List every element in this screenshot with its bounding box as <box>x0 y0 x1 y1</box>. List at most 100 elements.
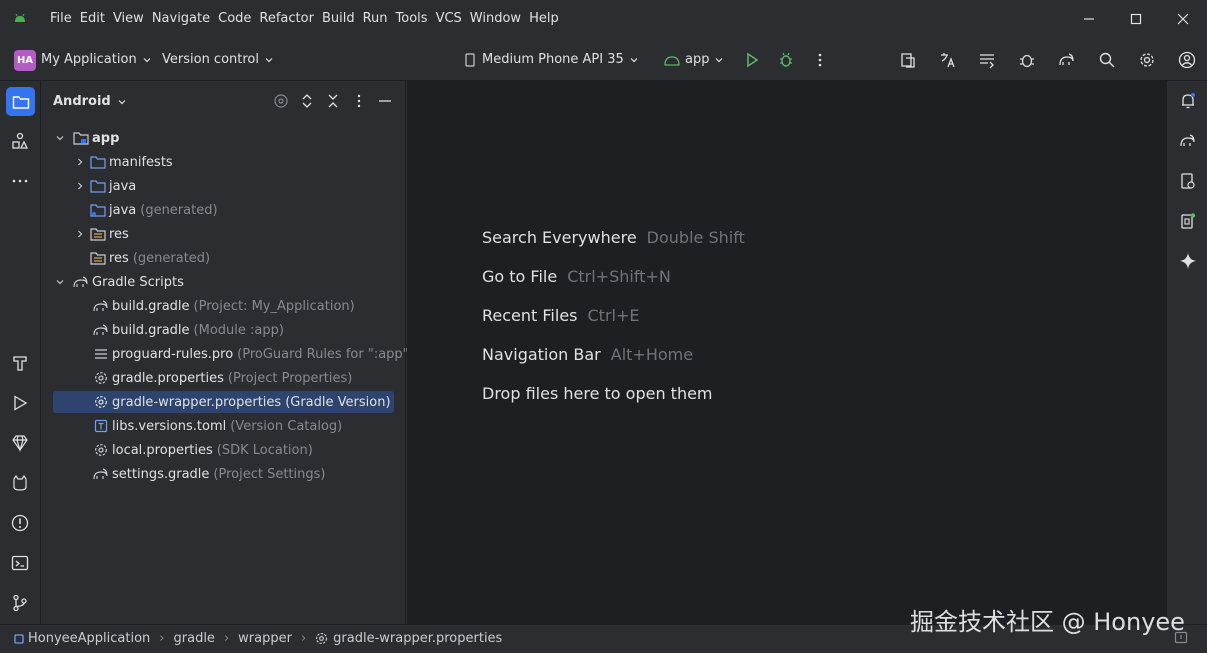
tree-node-res-generated[interactable]: res (generated) <box>53 247 394 269</box>
main-menu: File Edit View Navigate Code Refactor Bu… <box>48 11 563 26</box>
running-devices-icon <box>1181 213 1196 229</box>
recent-files-hint[interactable]: Recent Files Ctrl+E <box>482 306 639 325</box>
more-horizontal-icon <box>12 179 28 183</box>
project-badge[interactable]: HA <box>14 50 36 71</box>
menu-vcs[interactable]: VCS <box>432 11 466 26</box>
tree-node-local-properties[interactable]: local.properties (SDK Location) <box>53 439 394 461</box>
tree-node-hint: (Project Settings) <box>213 466 326 482</box>
project-selector[interactable]: My Application <box>41 52 152 67</box>
target-icon <box>274 94 288 108</box>
project-view-selector[interactable]: Android <box>53 94 127 109</box>
tree-node-proguard-rules[interactable]: proguard-rules.pro (ProGuard Rules for "… <box>53 343 414 365</box>
gradle-sync-button[interactable] <box>1056 49 1078 71</box>
gear-icon <box>1140 53 1154 67</box>
build-tool-button[interactable] <box>9 352 31 374</box>
debug-bug-icon <box>780 52 792 67</box>
tree-node-gradle-scripts[interactable]: Gradle Scripts <box>53 271 394 293</box>
tree-node-build-gradle-project[interactable]: build.gradle (Project: My_Application) <box>53 295 394 317</box>
tree-node-libs-versions-toml[interactable]: libs.versions.toml (Version Catalog) <box>53 415 394 437</box>
run-button[interactable] <box>741 49 763 71</box>
tree-node-manifests[interactable]: manifests <box>53 151 394 173</box>
minimize-button[interactable] <box>1078 8 1100 30</box>
drop-files-hint: Drop files here to open them <box>482 384 713 403</box>
tree-node-app[interactable]: app <box>53 127 394 149</box>
terminal-icon <box>11 555 29 571</box>
menu-run[interactable]: Run <box>359 11 392 26</box>
locate-file-button[interactable] <box>272 92 290 110</box>
tree-node-java[interactable]: java <box>53 175 394 197</box>
chevron-right-icon[interactable] <box>73 179 87 193</box>
toml-file-icon <box>93 418 109 434</box>
editor-area[interactable]: Search Everywhere Double Shift Go to File… <box>407 81 1166 624</box>
tree-node-settings-gradle[interactable]: settings.gradle (Project Settings) <box>53 463 394 485</box>
shapes-icon <box>12 132 29 149</box>
translate-button[interactable] <box>937 49 959 71</box>
more-tools-button[interactable] <box>9 170 31 192</box>
menu-code[interactable]: Code <box>214 11 255 26</box>
gem-tool-button[interactable] <box>9 432 31 454</box>
project-tool-button[interactable] <box>6 87 35 116</box>
gradle-tool-button[interactable] <box>1177 130 1199 152</box>
run-outline-icon <box>14 395 28 411</box>
tree-node-gradle-wrapper-properties[interactable]: gradle-wrapper.properties (Gradle Versio… <box>53 391 394 413</box>
navigation-bar-hint[interactable]: Navigation Bar Alt+Home <box>482 345 693 364</box>
maximize-button[interactable] <box>1125 8 1147 30</box>
gear-icon <box>93 370 109 386</box>
menu-tools[interactable]: Tools <box>392 11 432 26</box>
tree-node-res[interactable]: res <box>53 223 394 245</box>
breadcrumb-item[interactable]: HonyeeApplication <box>28 631 150 646</box>
go-to-file-hint[interactable]: Go to File Ctrl+Shift+N <box>482 267 671 286</box>
version-control-selector[interactable]: Version control <box>162 52 274 67</box>
collapse-all-button[interactable] <box>324 92 342 110</box>
logcat-button[interactable] <box>976 49 998 71</box>
app-inspection-button[interactable] <box>1016 49 1038 71</box>
run-tool-button[interactable] <box>9 392 31 414</box>
problems-tool-button[interactable] <box>9 512 31 534</box>
account-button[interactable] <box>1176 49 1198 71</box>
search-everywhere-button[interactable] <box>1096 49 1118 71</box>
menu-file[interactable]: File <box>48 11 76 26</box>
tree-node-java-generated[interactable]: java (generated) <box>53 199 394 221</box>
search-everywhere-hint[interactable]: Search Everywhere Double Shift <box>482 228 745 247</box>
terminal-tool-button[interactable] <box>9 552 31 574</box>
menu-edit[interactable]: Edit <box>76 11 109 26</box>
gem-icon <box>12 435 28 452</box>
breadcrumb-item[interactable]: wrapper <box>238 631 292 646</box>
gemini-button[interactable] <box>1177 250 1199 272</box>
version-control-tool-button[interactable] <box>9 592 31 614</box>
panel-options-button[interactable] <box>350 92 368 110</box>
chevron-down-icon[interactable] <box>53 275 67 289</box>
debug-button[interactable] <box>775 49 797 71</box>
close-window-button[interactable] <box>1172 8 1194 30</box>
device-explorer-button[interactable] <box>1177 170 1199 192</box>
menu-window[interactable]: Window <box>466 11 525 26</box>
logcat-tool-button[interactable] <box>9 472 31 494</box>
chevron-down-icon[interactable] <box>53 131 67 145</box>
notifications-button[interactable] <box>1177 90 1199 112</box>
device-selector[interactable]: Medium Phone API 35 <box>464 52 639 67</box>
resource-manager-button[interactable] <box>9 130 31 152</box>
tree-node-build-gradle-module[interactable]: build.gradle (Module :app) <box>53 319 394 341</box>
bug-gear-icon <box>1020 54 1034 68</box>
running-devices-button[interactable] <box>1177 210 1199 232</box>
menu-view[interactable]: View <box>109 11 148 26</box>
module-icon <box>14 633 24 644</box>
run-config-selector[interactable]: app <box>664 52 724 67</box>
chevron-right-icon[interactable] <box>73 227 87 241</box>
breadcrumb-item[interactable]: gradle <box>174 631 215 646</box>
chevron-right-icon[interactable] <box>73 155 87 169</box>
device-mirroring-button[interactable] <box>897 49 919 71</box>
text-file-icon <box>93 346 109 362</box>
settings-button[interactable] <box>1136 49 1158 71</box>
hide-panel-button[interactable] <box>376 92 394 110</box>
tree-node-gradle-properties[interactable]: gradle.properties (Project Properties) <box>53 367 394 389</box>
project-name: My Application <box>41 52 137 67</box>
menu-navigate[interactable]: Navigate <box>148 11 214 26</box>
breadcrumb-item[interactable]: gradle-wrapper.properties <box>333 631 502 646</box>
expand-all-button[interactable] <box>298 92 316 110</box>
more-actions-button[interactable] <box>809 49 831 71</box>
menu-help[interactable]: Help <box>525 11 563 26</box>
menu-refactor[interactable]: Refactor <box>255 11 318 26</box>
shortcut-label: Double Shift <box>646 228 745 247</box>
menu-build[interactable]: Build <box>318 11 359 26</box>
